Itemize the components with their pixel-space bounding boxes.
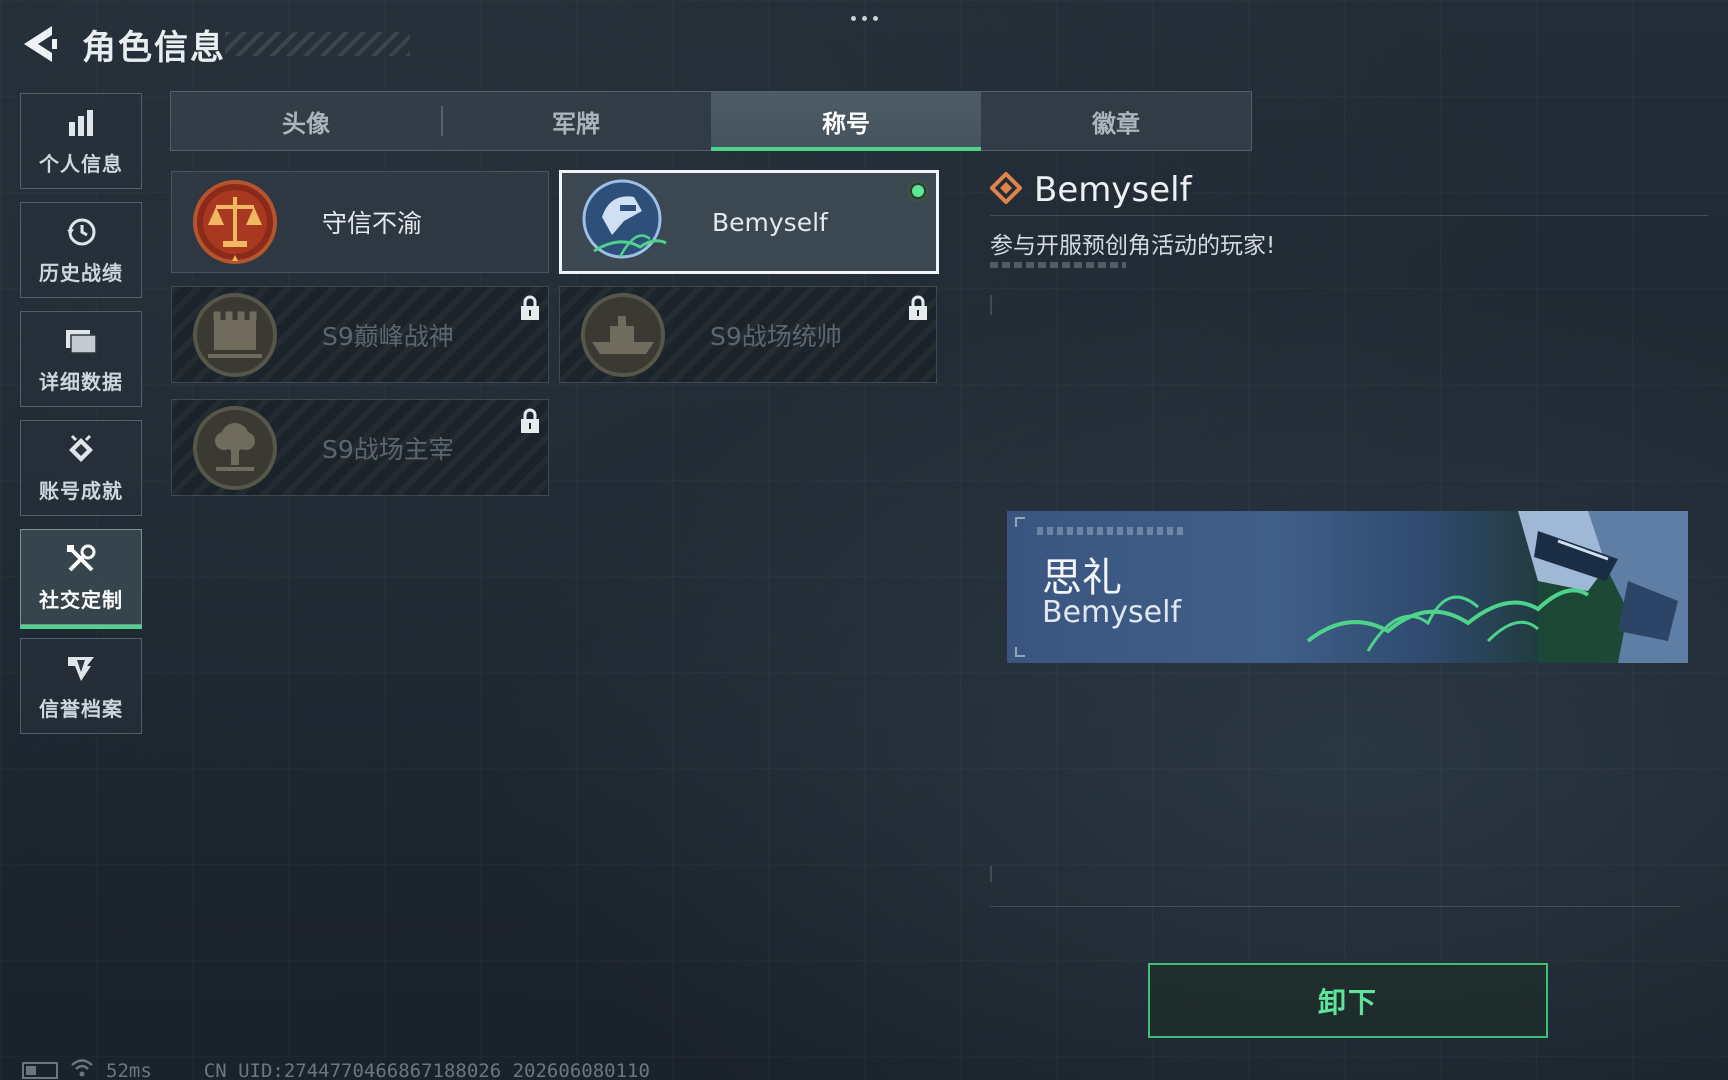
divider bbox=[990, 215, 1708, 216]
reputation-icon bbox=[64, 651, 98, 685]
warship-emblem-icon bbox=[578, 290, 668, 380]
folder-icon bbox=[64, 324, 98, 358]
bemyself-emblem-icon bbox=[580, 177, 670, 267]
title-decoration bbox=[225, 32, 410, 56]
equipped-indicator-icon bbox=[907, 180, 929, 202]
frame-corner bbox=[990, 866, 992, 882]
frame-corner bbox=[990, 295, 992, 315]
detail-header: Bemyself bbox=[989, 170, 1192, 210]
sidebar-item-social-customization[interactable]: 社交定制 bbox=[20, 529, 142, 629]
detail-description: 参与开服预创角活动的玩家! bbox=[990, 233, 1276, 259]
scales-emblem-icon bbox=[190, 177, 280, 267]
tab-dog-tag[interactable]: 军牌 bbox=[441, 92, 711, 150]
banner-decoration bbox=[1037, 527, 1187, 535]
status-bar: 52ms CN UID:2744770466867188026 20260608… bbox=[22, 1058, 650, 1080]
sidebar-item-label: 个人信息 bbox=[39, 151, 123, 176]
ping-value: 52ms bbox=[106, 1059, 152, 1080]
sidebar-item-reputation[interactable]: 信誉档案 bbox=[20, 638, 142, 734]
title-card-trustworthy[interactable]: 守信不渝 bbox=[171, 171, 549, 273]
history-clock-icon bbox=[64, 215, 98, 249]
fortress-emblem-icon bbox=[190, 290, 280, 380]
title-card-s9-commander[interactable]: S9战场统帅 bbox=[559, 286, 937, 383]
wifi-icon bbox=[70, 1058, 94, 1080]
title-name: S9战场主宰 bbox=[322, 434, 454, 464]
achievement-icon bbox=[64, 433, 98, 467]
sidebar-item-label: 账号成就 bbox=[39, 478, 123, 503]
title-diamond-icon bbox=[989, 171, 1023, 208]
unequip-button[interactable]: 卸下 bbox=[1148, 963, 1548, 1038]
sidebar-item-detailed-data[interactable]: 详细数据 bbox=[20, 311, 142, 407]
sidebar-item-personal-info[interactable]: 个人信息 bbox=[20, 93, 142, 189]
tools-icon bbox=[64, 542, 98, 576]
explosion-emblem-icon bbox=[190, 403, 280, 493]
title-name: Bemyself bbox=[712, 207, 828, 237]
battery-icon bbox=[22, 1062, 58, 1079]
detail-title-name: Bemyself bbox=[1034, 170, 1192, 210]
frame-corner bbox=[1015, 647, 1025, 657]
title-preview-banner: 思礼 Bemyself bbox=[1007, 511, 1688, 663]
character-art-icon bbox=[1288, 511, 1688, 663]
title-name: S9战场统帅 bbox=[710, 321, 842, 351]
back-arrow-icon[interactable] bbox=[18, 22, 60, 66]
page-title: 角色信息 bbox=[82, 28, 226, 68]
uid-text: CN UID:2744770466867188026 202606080110 bbox=[203, 1059, 650, 1080]
lock-icon bbox=[520, 408, 540, 434]
sidebar: 个人信息 历史战绩 详细数据 账号成就 社交定制 信誉档案 bbox=[20, 93, 144, 747]
lock-icon bbox=[520, 295, 540, 321]
title-card-s9-peak-god[interactable]: S9巅峰战神 bbox=[171, 286, 549, 383]
sidebar-item-label: 信誉档案 bbox=[39, 696, 123, 721]
more-options-icon[interactable] bbox=[846, 8, 882, 28]
frame-corner bbox=[1015, 517, 1025, 527]
sidebar-item-label: 社交定制 bbox=[39, 587, 123, 612]
title-card-s9-dominator[interactable]: S9战场主宰 bbox=[171, 399, 549, 496]
title-name: 守信不渝 bbox=[322, 209, 423, 238]
sidebar-item-label: 历史战绩 bbox=[39, 260, 123, 285]
lock-icon bbox=[908, 295, 928, 321]
divider bbox=[990, 906, 1680, 907]
title-name: S9巅峰战神 bbox=[322, 321, 454, 351]
bar-chart-icon bbox=[64, 106, 98, 140]
tab-badge[interactable]: 徽章 bbox=[981, 92, 1251, 150]
sidebar-item-history[interactable]: 历史战绩 bbox=[20, 202, 142, 298]
title-card-bemyself[interactable]: Bemyself bbox=[559, 170, 939, 274]
tab-title[interactable]: 称号 bbox=[711, 92, 981, 151]
sidebar-item-achievements[interactable]: 账号成就 bbox=[20, 420, 142, 516]
sidebar-item-label: 详细数据 bbox=[39, 369, 123, 394]
tab-avatar[interactable]: 头像 bbox=[171, 92, 441, 150]
description-decoration bbox=[990, 262, 1126, 268]
preview-title: Bemyself bbox=[1042, 595, 1181, 630]
customization-tabs: 头像 军牌 称号 徽章 bbox=[170, 91, 1252, 151]
